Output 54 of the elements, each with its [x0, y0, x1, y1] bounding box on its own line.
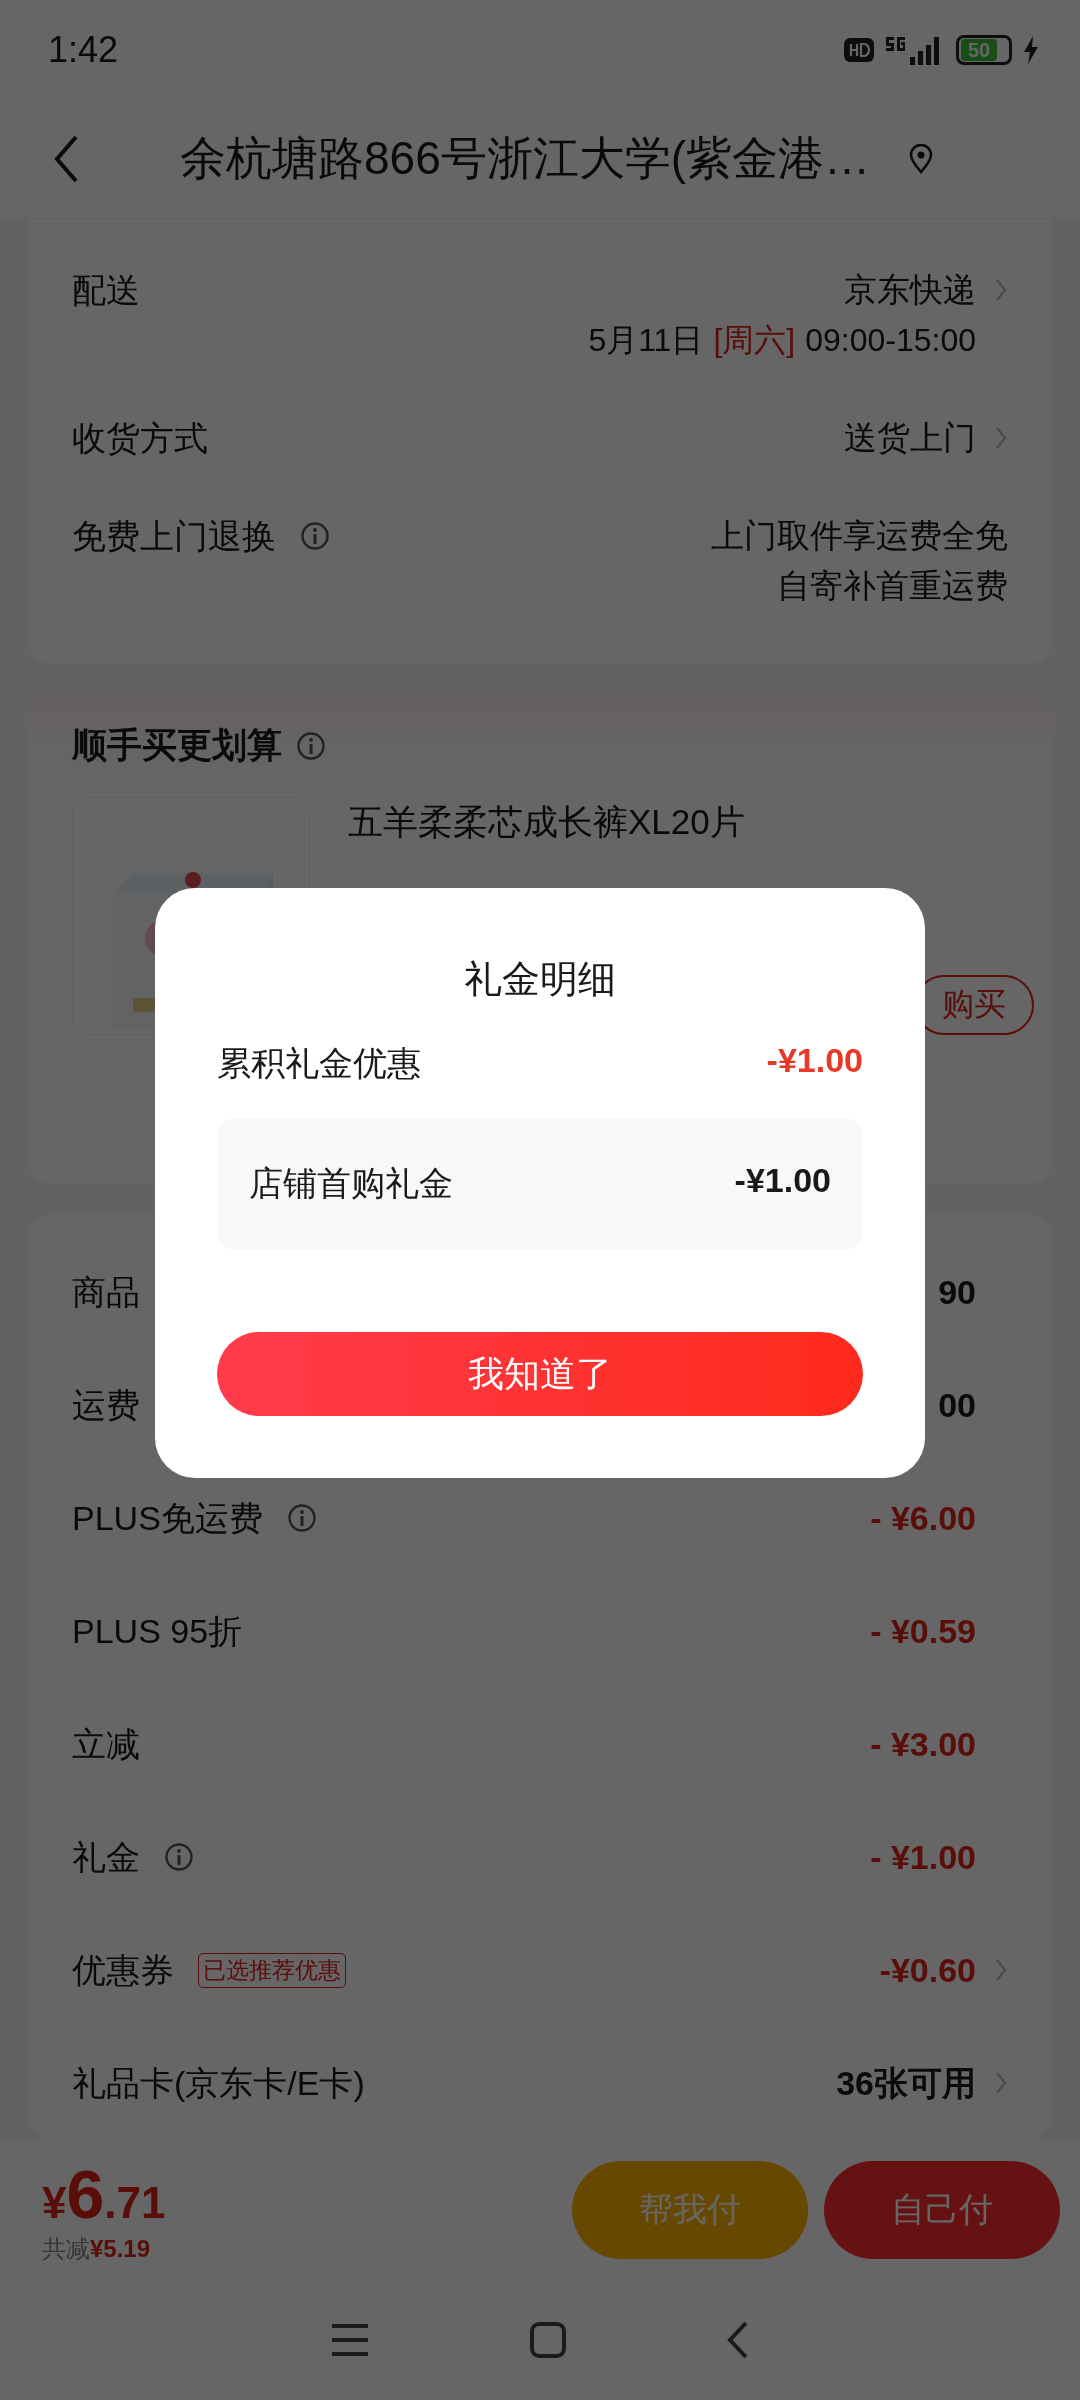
home-icon[interactable]: [529, 2321, 567, 2359]
fee-label: 优惠券: [72, 1950, 174, 1991]
row-value: 送货上门: [844, 418, 976, 458]
delivery-time: 09:00-15:00: [805, 321, 976, 360]
pay-button[interactable]: 自己付: [824, 2161, 1060, 2259]
hd-icon: [844, 38, 874, 62]
detail-label: 店铺首购礼金: [249, 1163, 453, 1204]
chevron-icon[interactable]: [994, 2070, 1008, 2096]
section-title: 顺手买更划算: [72, 724, 282, 766]
fee-label: 立减: [72, 1724, 140, 1765]
fee-value: -¥0.60: [879, 1950, 976, 1991]
saved-amount: ¥5.19: [90, 2235, 151, 2262]
delivery-weekday: [周六]: [713, 321, 796, 360]
coupon-tag: 已选推荐优惠: [198, 1952, 346, 1988]
chevron-icon[interactable]: [994, 425, 1008, 451]
detail-value: -¥1.00: [734, 1161, 831, 1201]
fee-value: - ¥0.59: [870, 1611, 976, 1652]
battery-icon: 50: [956, 35, 1012, 65]
fee-value: - ¥3.00: [870, 1724, 976, 1765]
charging-icon: [1022, 35, 1040, 65]
row-label: 收货方式: [72, 418, 208, 459]
product-name[interactable]: 五羊柔柔芯成长裤XL20片: [348, 799, 1008, 846]
back-icon[interactable]: [52, 134, 80, 184]
info-icon[interactable]: [286, 1503, 317, 1533]
fee-label: 商品: [72, 1272, 140, 1313]
fee-label: 礼品卡(京东卡/E卡): [72, 2063, 365, 2104]
status-time: 1:42: [48, 29, 119, 71]
row-value: 京东快递: [844, 270, 976, 310]
summary-label: 累积礼金优惠: [217, 1043, 421, 1084]
info-icon[interactable]: [296, 730, 326, 761]
row-label: 免费上门退换: [72, 516, 276, 557]
info-icon[interactable]: [300, 521, 330, 551]
summary-value: -¥1.00: [766, 1041, 863, 1081]
row-value: 上门取件享运费全免: [711, 516, 1008, 556]
delivery-date: 5月11日: [588, 321, 704, 360]
row-label: 配送: [72, 270, 140, 311]
fee-value: - ¥1.00: [870, 1837, 976, 1878]
menu-icon[interactable]: [329, 2322, 370, 2358]
fee-value: 36张可用: [836, 2063, 976, 2104]
fee-label: PLUS免运费: [72, 1498, 263, 1539]
fee-label: 运费: [72, 1385, 140, 1426]
fee-value: 90: [938, 1272, 976, 1313]
fee-label: 礼金: [72, 1837, 140, 1878]
fee-label: PLUS 95折: [72, 1611, 243, 1652]
dialog-title: 礼金明细: [464, 957, 616, 1002]
chevron-icon[interactable]: [994, 277, 1008, 303]
location-pin-icon[interactable]: [908, 144, 935, 174]
fee-value: 00: [938, 1385, 976, 1426]
chevron-icon[interactable]: [994, 1957, 1008, 1983]
confirm-button[interactable]: 我知道了: [217, 1332, 863, 1416]
info-icon[interactable]: [164, 1842, 194, 1872]
total-price: ¥6.71: [42, 2155, 166, 2233]
fee-value: - ¥6.00: [870, 1498, 976, 1539]
row-value: 自寄补首重运费: [777, 566, 1008, 606]
